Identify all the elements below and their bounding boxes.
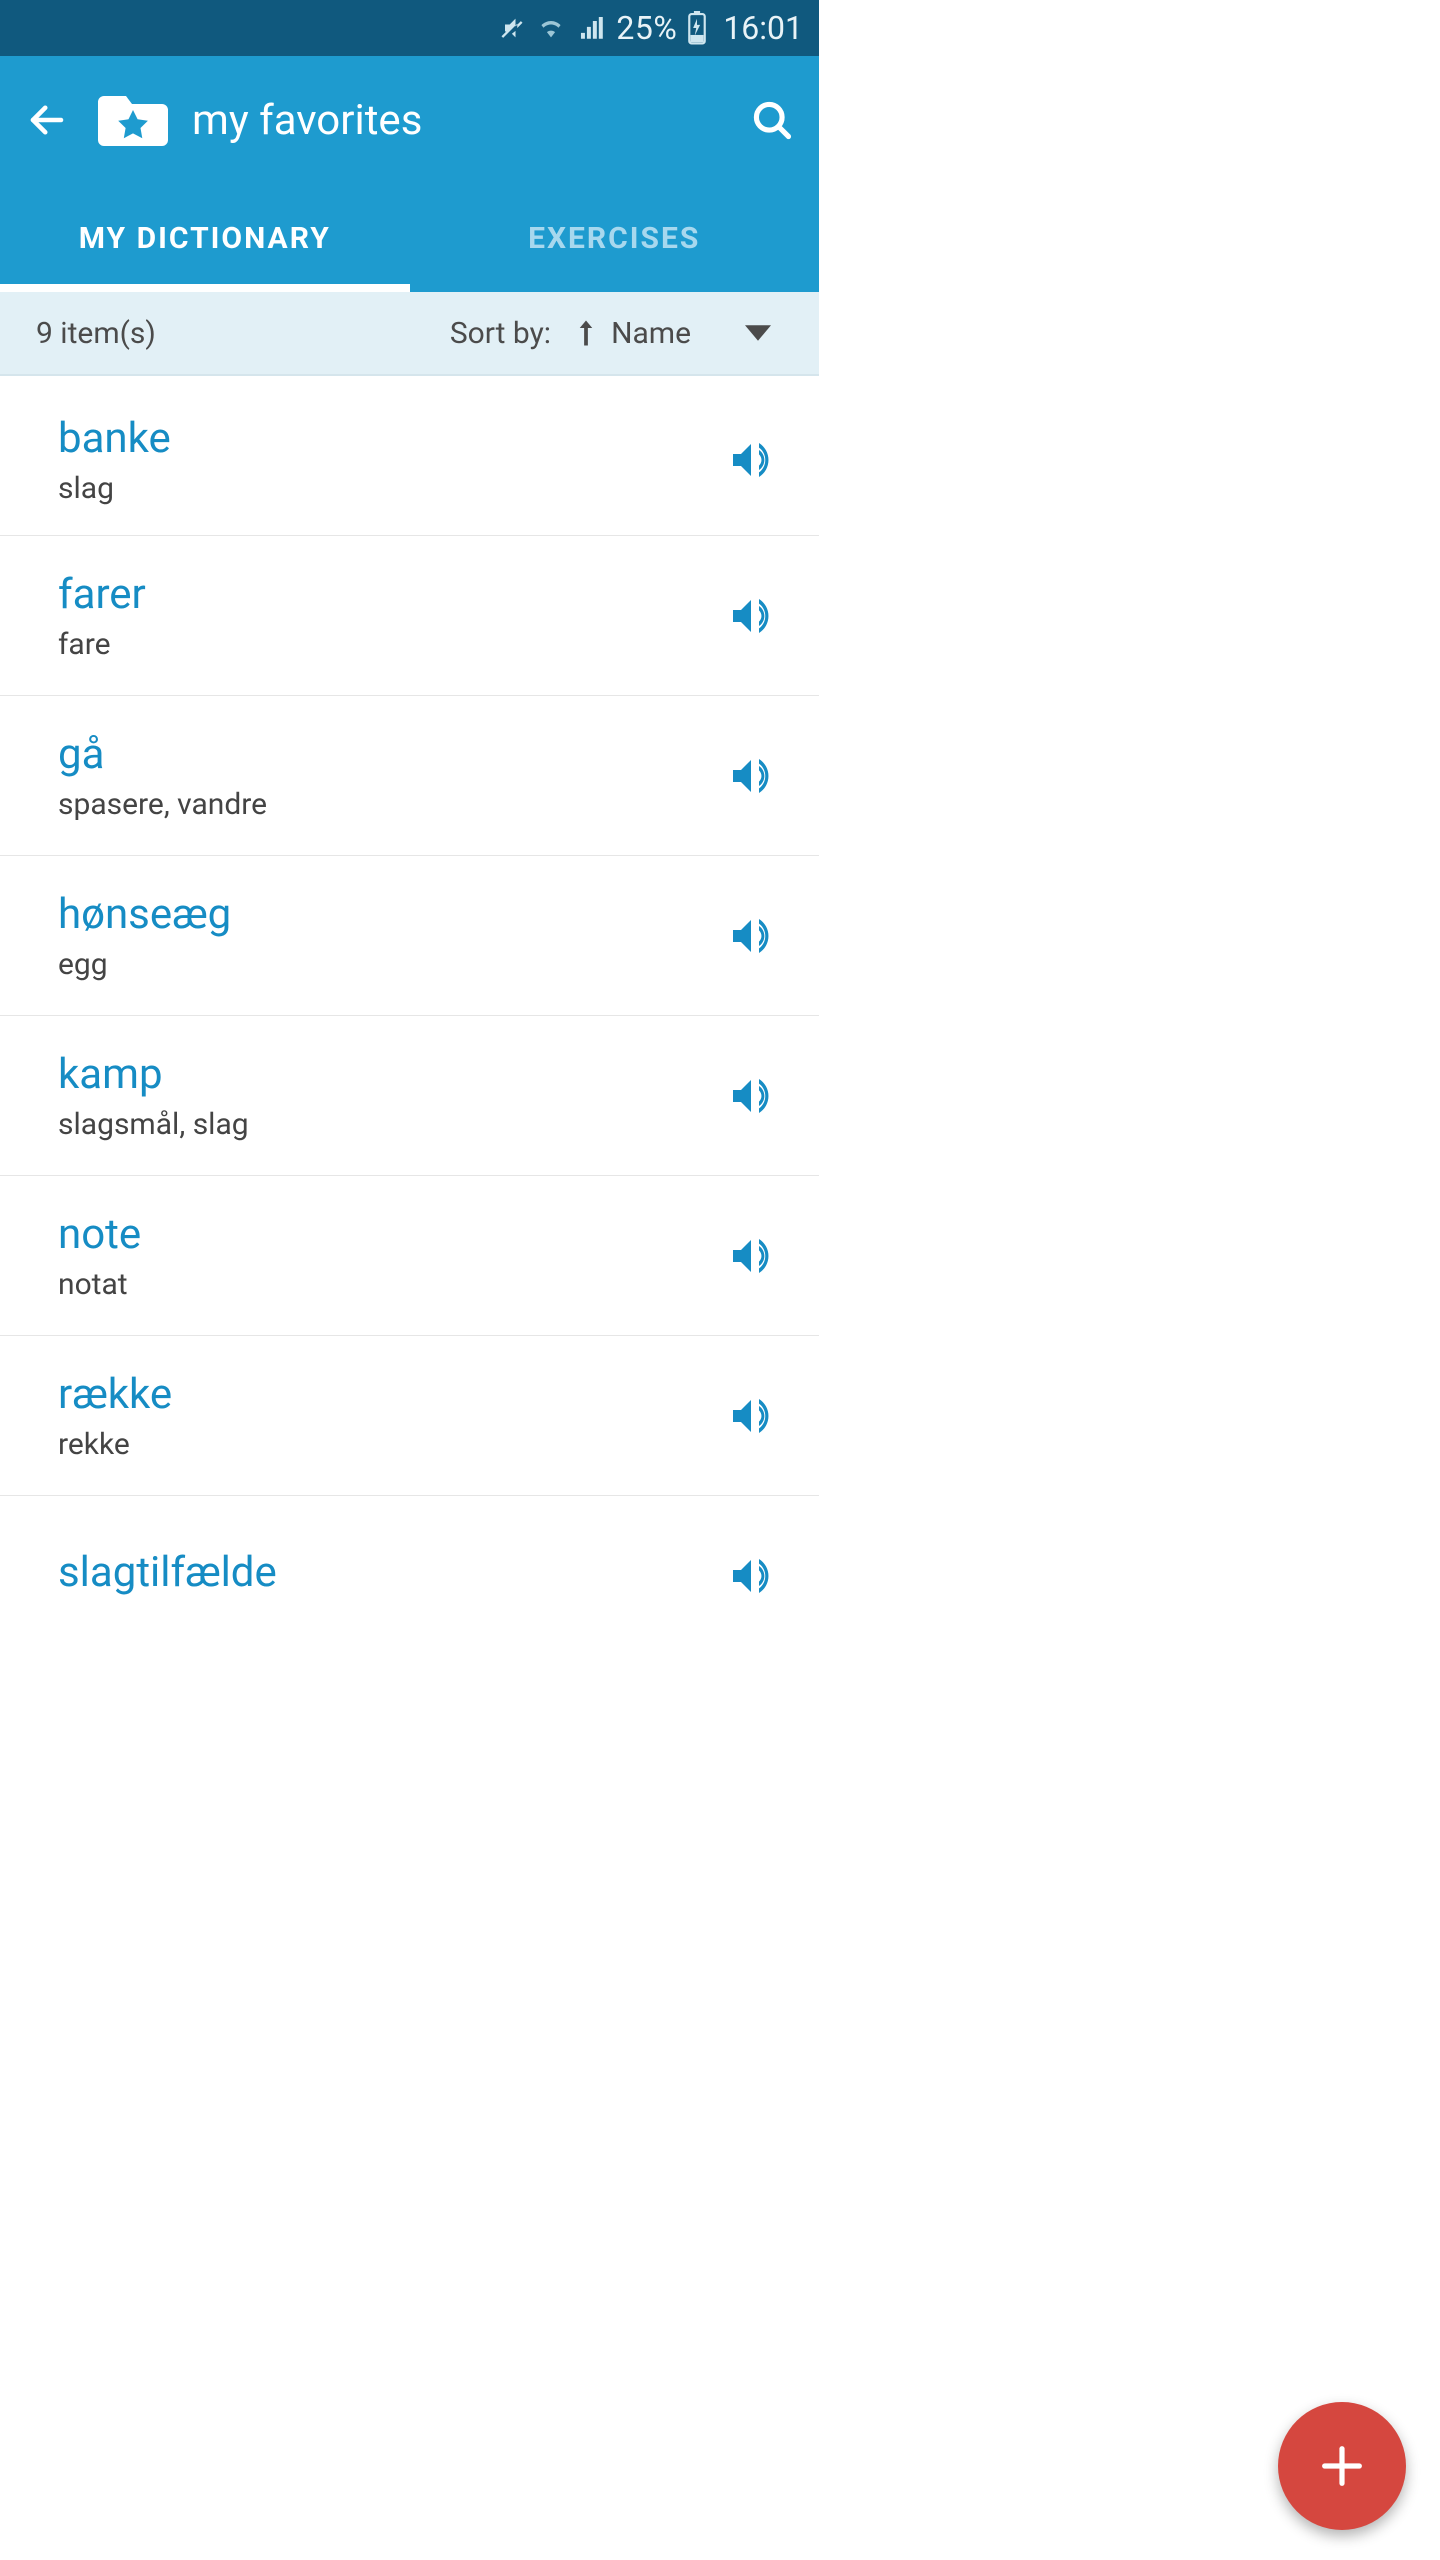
play-audio-button[interactable]	[719, 584, 783, 648]
translation-text: slagsmål, slag	[58, 1107, 719, 1142]
play-audio-button[interactable]	[719, 744, 783, 808]
list-item[interactable]: hønseæg egg	[0, 856, 819, 1016]
tab-label: MY DICTIONARY	[79, 221, 331, 256]
page-title: my favorites	[192, 96, 743, 145]
play-audio-button[interactable]	[719, 1064, 783, 1128]
list-item[interactable]: gå spasere, vandre	[0, 696, 819, 856]
word-text: kamp	[58, 1050, 719, 1099]
translation-text: spasere, vandre	[58, 787, 719, 822]
tab-bar: MY DICTIONARY EXERCISES	[0, 184, 819, 292]
dropdown-icon	[745, 325, 771, 341]
play-audio-button[interactable]	[719, 428, 783, 492]
mute-icon	[498, 14, 526, 42]
sortby-label: Sort by:	[450, 316, 551, 351]
word-text: note	[58, 1210, 719, 1259]
status-bar: 25% 16:01	[0, 0, 819, 56]
sort-field: Name	[611, 316, 691, 351]
list-item[interactable]: note notat	[0, 1176, 819, 1336]
word-text: slagtilfælde	[58, 1548, 719, 1597]
app-header: my favorites MY DICTIONARY EXERCISES	[0, 56, 819, 292]
translation-text: rekke	[58, 1427, 719, 1462]
word-text: banke	[58, 414, 719, 463]
translation-text: slag	[58, 471, 719, 506]
sort-selector[interactable]: Name	[575, 316, 783, 351]
list-item[interactable]: kamp slagsmål, slag	[0, 1016, 819, 1176]
word-text: række	[58, 1370, 719, 1419]
battery-percent: 25%	[616, 9, 677, 47]
tab-label: EXERCISES	[528, 221, 700, 256]
clock-text: 16:01	[723, 9, 803, 47]
translation-text: fare	[58, 627, 719, 662]
play-audio-button[interactable]	[719, 904, 783, 968]
word-text: gå	[58, 730, 719, 779]
back-button[interactable]	[18, 91, 76, 149]
tab-my-dictionary[interactable]: MY DICTIONARY	[0, 184, 410, 292]
list-item[interactable]: farer fare	[0, 536, 819, 696]
favorites-folder-icon	[98, 92, 168, 148]
play-audio-button[interactable]	[719, 1384, 783, 1448]
list-item[interactable]: slagtilfælde	[0, 1496, 819, 1656]
word-text: hønseæg	[58, 890, 719, 939]
item-count: 9 item(s)	[36, 316, 450, 351]
tab-exercises[interactable]: EXERCISES	[410, 184, 820, 292]
play-audio-button[interactable]	[719, 1544, 783, 1608]
search-button[interactable]	[743, 91, 801, 149]
add-button[interactable]	[1278, 2402, 1406, 2530]
sort-direction-icon	[575, 318, 597, 348]
sort-bar: 9 item(s) Sort by: Name	[0, 292, 819, 376]
translation-text: egg	[58, 947, 719, 982]
play-audio-button[interactable]	[719, 1224, 783, 1288]
translation-text: notat	[58, 1267, 719, 1302]
list-item[interactable]: banke slag	[0, 376, 819, 536]
wifi-icon	[536, 14, 566, 42]
list-item[interactable]: række rekke	[0, 1336, 819, 1496]
word-list: banke slag farer fare gå spasere, vandre…	[0, 376, 819, 1656]
word-text: farer	[58, 570, 719, 619]
signal-icon	[576, 14, 606, 42]
battery-icon	[687, 11, 707, 45]
